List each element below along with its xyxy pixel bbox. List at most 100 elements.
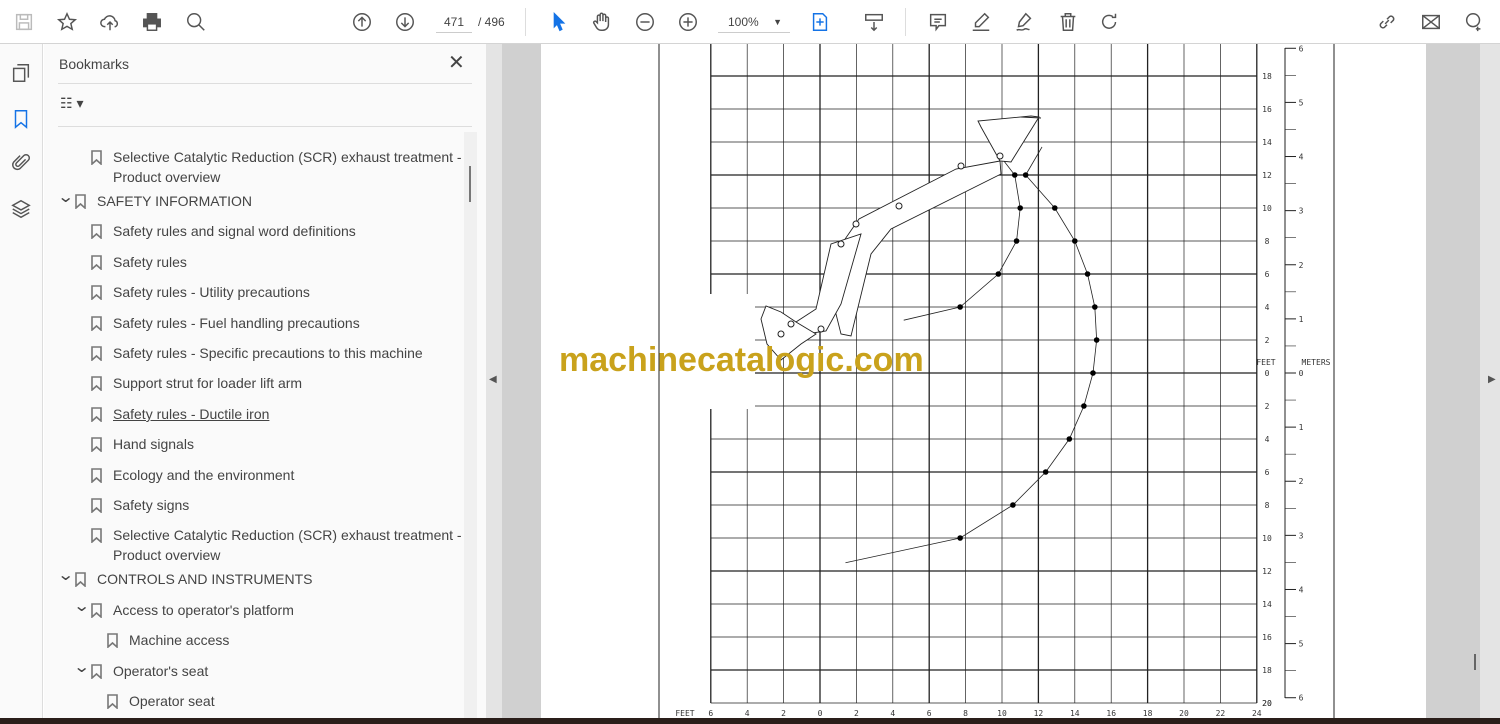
bookmark-icon — [75, 194, 86, 210]
x-tick-label: 6 — [927, 709, 932, 718]
y-tick-label: 18 — [1262, 666, 1272, 675]
select-cursor-icon[interactable] — [545, 8, 573, 36]
layers-icon[interactable] — [8, 196, 34, 222]
divider — [525, 8, 526, 36]
rotate-icon[interactable] — [1096, 8, 1124, 36]
y-tick-label: 16 — [1262, 105, 1272, 114]
bookmark-item[interactable]: Safety signs — [91, 496, 189, 516]
zoom-in-icon[interactable] — [674, 8, 702, 36]
bookmark-icon — [91, 528, 102, 545]
page-up-icon[interactable] — [348, 8, 376, 36]
close-icon[interactable]: ✕ — [448, 50, 465, 75]
highlight-icon[interactable] — [967, 8, 995, 36]
print-icon[interactable] — [138, 8, 166, 36]
bookmark-icon — [91, 346, 102, 362]
cloud-upload-icon[interactable] — [96, 8, 124, 36]
y-tick-label: 18 — [1262, 72, 1272, 81]
bookmark-item[interactable]: ⌄ Access to operator's platform — [73, 598, 294, 621]
bookmark-item[interactable]: Ecology and the environment — [91, 466, 294, 486]
x-tick-label: 10 — [997, 709, 1007, 718]
bookmark-item[interactable]: Safety rules - Ductile iron — [91, 405, 269, 425]
meters-label: METERS — [1302, 358, 1331, 367]
bookmark-item[interactable]: ⌄ Operator's seat — [73, 659, 208, 682]
bookmark-item[interactable]: Hand signals — [91, 435, 194, 455]
chevron-down-icon[interactable]: ⌄ — [73, 658, 90, 678]
bookmarks-icon[interactable] — [8, 106, 34, 132]
y-tick-label: 8 — [1265, 237, 1270, 246]
chevron-down-icon[interactable]: ⌄ — [73, 597, 90, 617]
reach-diagram: 6 4 2 0 2 4 6 8 10 12 14 16 18 20 22 241816141210864202… — [658, 42, 1335, 718]
add-user-icon[interactable] — [1460, 8, 1488, 36]
scrollbar[interactable] — [464, 132, 477, 718]
reach-point — [1084, 271, 1091, 277]
x-axis-label: FEET — [675, 709, 694, 718]
bookmark-item[interactable]: Safety rules - Specific precautions to t… — [91, 344, 423, 364]
scroll-mode-icon[interactable] — [860, 8, 888, 36]
pivot-pin — [787, 320, 795, 328]
x-tick-label: 16 — [1106, 709, 1116, 718]
page-margin — [1426, 44, 1480, 718]
meter-tick-label: 3 — [1299, 207, 1304, 216]
save-icon[interactable] — [10, 8, 38, 36]
bookmark-icon — [91, 376, 102, 393]
page-number-input[interactable]: 471 — [436, 11, 472, 33]
bookmark-item[interactable]: Safety rules and signal word definitions — [91, 222, 356, 242]
bookmark-star-icon[interactable] — [53, 8, 81, 36]
pivot-pin — [996, 152, 1004, 160]
sign-icon[interactable] — [1010, 8, 1038, 36]
bookmark-icon — [75, 572, 86, 589]
scrollbar-thumb[interactable] — [1474, 654, 1476, 670]
zoom-select[interactable]: 100% ▼ — [718, 11, 790, 33]
meter-tick-label: 2 — [1299, 261, 1304, 270]
bookmark-item[interactable]: Machine access — [107, 631, 229, 651]
reach-point — [1010, 502, 1016, 508]
reach-point — [1090, 370, 1096, 376]
bookmark-item[interactable]: Support strut for loader lift arm — [91, 374, 302, 394]
delete-icon[interactable] — [1054, 8, 1082, 36]
share-link-icon[interactable] — [1373, 8, 1401, 36]
y-tick-label: 2 — [1265, 336, 1270, 345]
zoom-out-icon[interactable] — [631, 8, 659, 36]
hand-icon[interactable] — [588, 8, 616, 36]
bookmark-item[interactable]: Safety rules - Fuel handling precautions — [91, 314, 360, 334]
find-icon[interactable] — [182, 8, 210, 36]
collapse-left-arrow-icon[interactable]: ◀ — [489, 374, 497, 385]
chevron-down-icon[interactable]: ⌄ — [57, 188, 74, 208]
page-down-icon[interactable] — [391, 8, 419, 36]
bookmark-label: CONTROLS AND INSTRUMENTS — [97, 571, 313, 588]
bookmark-options-button[interactable]: ☷ ▾ — [60, 95, 83, 112]
bookmark-icon — [91, 467, 102, 484]
meter-tick-label: 1 — [1299, 315, 1304, 324]
pivot-pin — [817, 325, 825, 333]
bookmark-item[interactable]: Selective Catalytic Reduction (SCR) exha… — [91, 148, 462, 187]
collapse-right-arrow-icon[interactable]: ▶ — [1488, 374, 1496, 385]
bookmark-item[interactable]: ⌄ CONTROLS AND INSTRUMENTS — [57, 567, 313, 590]
bookmark-icon — [91, 224, 102, 241]
bookmark-item[interactable]: ⌄ SAFETY INFORMATION — [57, 189, 252, 212]
bookmark-item[interactable]: Safety rules - Utility precautions — [91, 283, 310, 303]
email-icon[interactable] — [1417, 8, 1445, 36]
bookmark-item[interactable]: Safety rules — [91, 253, 187, 273]
comment-icon[interactable] — [924, 8, 952, 36]
bookmark-label: Safety rules - Fuel handling precautions — [113, 314, 360, 331]
bookmark-label: Hand signals — [113, 436, 194, 453]
reach-point — [1072, 238, 1078, 244]
x-tick-label: 2 — [781, 709, 786, 718]
attachments-icon[interactable] — [8, 150, 34, 176]
x-tick-label: 6 — [708, 709, 713, 718]
y-tick-label: 20 — [1262, 699, 1272, 708]
page-thumbnails-icon[interactable] — [8, 60, 34, 86]
chevron-down-icon[interactable]: ⌄ — [57, 566, 74, 586]
reach-point — [957, 304, 963, 310]
bookmark-item[interactable]: Operator seat — [107, 692, 215, 712]
scrollbar-thumb[interactable] — [469, 166, 471, 202]
pivot-pin — [837, 240, 845, 248]
bookmark-item[interactable]: Selective Catalytic Reduction (SCR) exha… — [91, 526, 462, 565]
pivot-pin — [777, 330, 785, 338]
bookmark-label: Access to operator's platform — [113, 601, 294, 618]
bookmark-icon — [91, 602, 102, 619]
zoom-value: 100% — [728, 15, 759, 29]
fit-page-icon[interactable] — [806, 8, 834, 36]
pivot-pin — [852, 220, 860, 228]
meter-tick-label: 6 — [1299, 44, 1304, 53]
